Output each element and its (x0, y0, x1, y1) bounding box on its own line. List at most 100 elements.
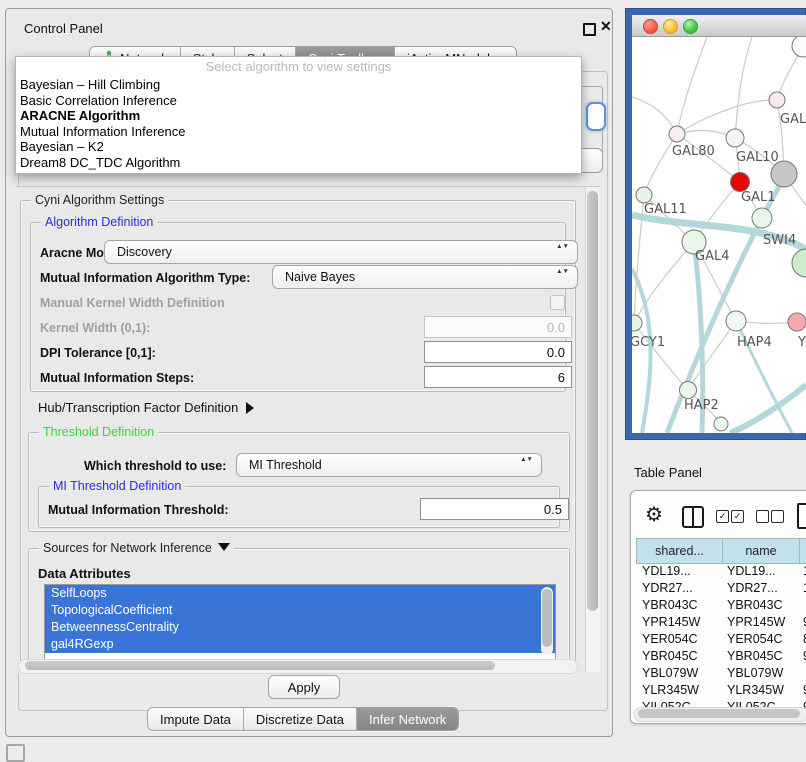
select-all-checkbox-icon[interactable]: ✓ (716, 510, 729, 523)
attribute-list-item[interactable]: BetweennessCentrality (45, 619, 555, 636)
tab-infer-network[interactable]: Infer Network (357, 708, 458, 730)
algorithm-option[interactable]: Dream8 DC_TDC Algorithm (16, 155, 581, 171)
manual-kernel-checkbox[interactable] (550, 295, 565, 310)
cell-name: YLR345W (727, 683, 784, 697)
zoom-traffic-light-icon[interactable] (683, 19, 698, 34)
minimize-traffic-light-icon[interactable] (663, 19, 678, 34)
network-node-gal10[interactable] (726, 129, 744, 147)
network-node-gal[interactable] (769, 92, 785, 108)
mi-type-label: Mutual Information Algorithm Type: (40, 271, 250, 285)
node-label: GAL1 (741, 190, 775, 205)
network-node[interactable] (771, 161, 797, 187)
cell-name: YPR145W (727, 615, 785, 629)
tab-discretize-data[interactable]: Discretize Data (244, 708, 357, 730)
cell-shared-name: YBR045C (642, 649, 698, 663)
tab-label: Discretize Data (256, 712, 344, 727)
column-header-name[interactable]: name (723, 538, 800, 564)
attribute-list-item[interactable]: SelfLoops (45, 585, 555, 602)
data-attributes-list[interactable]: SelfLoopsTopologicalCoefficientBetweenne… (44, 584, 556, 660)
tab-impute-data[interactable]: Impute Data (148, 708, 244, 730)
hub-definition-expander[interactable]: Hub/Transcription Factor Definition (38, 400, 254, 415)
network-node-gal11[interactable] (636, 187, 652, 203)
network-node-swi4[interactable] (752, 208, 772, 228)
node-label: Y (797, 335, 806, 350)
split-columns-icon[interactable] (682, 506, 704, 528)
scrollbar-thumb[interactable] (25, 661, 495, 670)
scrollbar-thumb[interactable] (638, 709, 800, 718)
gear-icon[interactable]: ⚙ (645, 502, 663, 527)
network-node-gal80[interactable] (669, 126, 685, 142)
panel-grip-icon[interactable] (6, 744, 25, 762)
network-canvas[interactable]: GALGAL80GAL10GAL1GAL11SWI4GAL4GCY1HAP4YH… (632, 37, 806, 433)
network-node[interactable] (792, 249, 806, 277)
algorithm-option[interactable]: Bayesian – Hill Climbing (16, 77, 581, 93)
network-node[interactable] (714, 417, 728, 431)
mi-type-value: Naive Bayes (285, 270, 355, 284)
network-node-gal1[interactable] (731, 173, 750, 192)
mi-type-select[interactable]: Naive Bayes ▲▼ (272, 265, 578, 289)
deselect-all-checkbox-icon[interactable] (771, 510, 784, 523)
attribute-list-item[interactable]: gal4RGexp (45, 636, 555, 653)
dpi-tolerance-input[interactable]: 0.0 (424, 341, 572, 363)
cell-name: YDR27... (727, 581, 778, 595)
scrollbar-thumb[interactable] (587, 191, 598, 611)
attribute-list-item[interactable]: TopologicalCoefficient (45, 602, 555, 619)
aracne-mode-value: Discovery (117, 245, 172, 259)
document-icon[interactable] (797, 503, 806, 529)
settings-horizontal-scrollbar[interactable] (18, 659, 578, 674)
node-label: HAP2 (684, 398, 719, 413)
which-threshold-select[interactable]: MI Threshold ▲▼ (236, 453, 542, 477)
group-title: Threshold Definition (39, 425, 158, 439)
mi-threshold-label: Mutual Information Threshold: (48, 503, 229, 517)
algorithm-option[interactable]: Basic Correlation Inference (16, 93, 581, 109)
close-icon[interactable]: ✕ (600, 18, 612, 35)
float-window-icon[interactable] (583, 23, 596, 36)
algorithm-option[interactable]: Mutual Information Inference (16, 124, 581, 140)
tab-label: Infer Network (369, 712, 446, 727)
aracne-mode-select[interactable]: Discovery ▲▼ (104, 240, 578, 264)
algorithm-list: Bayesian – Hill ClimbingBasic Correlatio… (16, 77, 581, 170)
manual-kernel-label: Manual Kernel Width Definition (40, 296, 225, 310)
data-attributes-label: Data Attributes (38, 566, 131, 581)
mi-threshold-input[interactable]: 0.5 (420, 498, 569, 520)
network-graph: GALGAL80GAL10GAL1GAL11SWI4GAL4GCY1HAP4YH… (632, 37, 806, 433)
cell-shared-name: YLR345W (642, 683, 699, 697)
cell-name: YDL19... (727, 564, 776, 578)
network-view-window: GALGAL80GAL10GAL1GAL11SWI4GAL4GCY1HAP4YH… (625, 8, 806, 440)
table-horizontal-scrollbar[interactable] (634, 707, 806, 722)
select-all-checkbox-icon[interactable]: ✓ (731, 510, 744, 523)
network-node-hap2[interactable] (680, 382, 697, 399)
cell-shared-name: YDL19... (642, 564, 691, 578)
column-header-partial[interactable] (800, 538, 806, 564)
hidden-focused-combo-fragment[interactable] (586, 102, 606, 131)
cell-shared-name: YBL079W (642, 666, 698, 680)
network-node-hap4[interactable] (726, 311, 746, 331)
network-node-y[interactable] (788, 313, 806, 331)
cell-name: YBR045C (727, 649, 783, 663)
kernel-width-label: Kernel Width (0,1): (40, 321, 150, 335)
deselect-all-checkbox-icon[interactable] (756, 510, 769, 523)
settings-vertical-scrollbar[interactable] (585, 187, 600, 672)
close-traffic-light-icon[interactable] (643, 19, 658, 34)
node-label: GCY1 (632, 335, 665, 350)
table-panel-title: Table Panel (634, 465, 702, 480)
network-node-gcy1[interactable] (632, 315, 642, 331)
screen: Control Panel ✕ Network Style Select (0, 0, 806, 762)
algorithm-option[interactable]: Bayesian – K2 (16, 139, 581, 155)
group-title: Cyni Algorithm Settings (31, 193, 168, 207)
sources-group-title[interactable]: Sources for Network Inference (39, 541, 234, 555)
which-threshold-value: MI Threshold (249, 458, 322, 472)
cell-shared-name: YDR27... (642, 581, 693, 595)
kernel-width-input[interactable]: 0.0 (424, 316, 572, 338)
scrollbar-thumb[interactable] (542, 589, 552, 647)
algorithm-option[interactable]: ARACNE Algorithm (16, 108, 581, 124)
column-header-shared[interactable]: shared... (636, 538, 723, 564)
group-title: Algorithm Definition (41, 215, 157, 229)
network-node[interactable] (792, 37, 806, 57)
apply-button[interactable]: Apply (268, 675, 340, 699)
network-window-titlebar[interactable] (632, 15, 806, 37)
group-title: MI Threshold Definition (49, 479, 185, 493)
cell-name: YER054C (727, 632, 783, 646)
list-vertical-scrollbar[interactable] (541, 587, 553, 655)
mi-steps-input[interactable]: 6 (424, 366, 572, 388)
